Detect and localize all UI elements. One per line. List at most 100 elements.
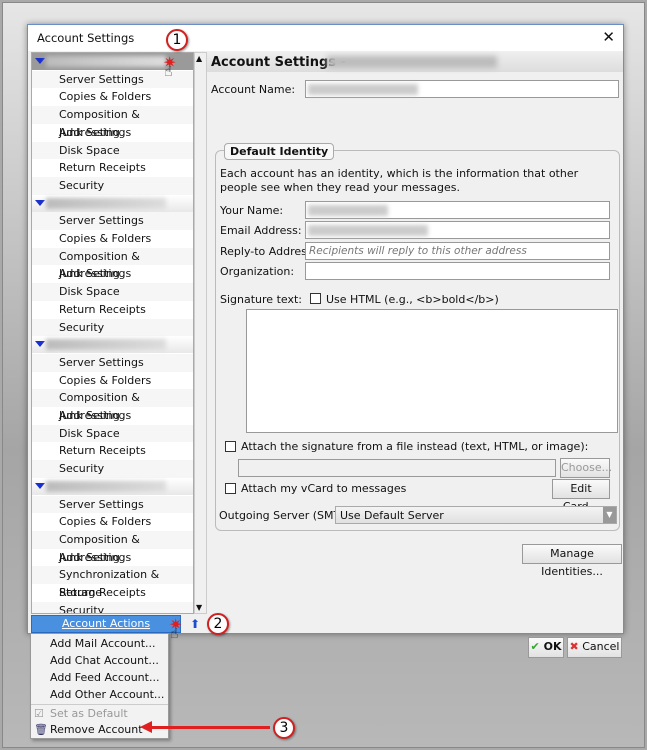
- tree-item[interactable]: Junk Settings: [32, 124, 193, 142]
- tree-item[interactable]: Return Receipts: [32, 442, 193, 460]
- scroll-up-icon[interactable]: ▲: [196, 54, 202, 63]
- account-settings-dialog: Account Settings ✕ Server Settings Copies…: [27, 24, 624, 658]
- smtp-select[interactable]: Use Default Server ▼: [335, 506, 617, 524]
- trash-icon: 🗑: [34, 723, 48, 736]
- tree-scrollbar[interactable]: ▲ ▼: [194, 52, 207, 614]
- collapse-triangle-icon[interactable]: [35, 482, 45, 489]
- organization-label: Organization:: [220, 265, 295, 278]
- checkmark-icon: ✔: [530, 640, 540, 653]
- account-header[interactable]: [32, 477, 193, 495]
- tree-item[interactable]: Copies & Folders: [32, 88, 193, 106]
- annotation-1: 1: [166, 29, 188, 51]
- tree-item[interactable]: Security: [32, 601, 193, 613]
- redacted-account-name: [46, 197, 166, 209]
- edit-card-button[interactable]: Edit Card...: [552, 479, 610, 513]
- collapse-triangle-icon[interactable]: [35, 58, 45, 64]
- choose-button[interactable]: Choose...: [560, 458, 612, 478]
- account-name-input[interactable]: [305, 80, 619, 98]
- tree-item[interactable]: Copies & Folders: [32, 372, 193, 390]
- tree-item[interactable]: Composition & Addressing: [32, 389, 193, 422]
- menu-item-label: Remove Account: [50, 723, 143, 736]
- menu-item[interactable]: Add Mail Account...: [31, 635, 168, 652]
- cancel-button[interactable]: ✖ Cancel: [567, 637, 622, 658]
- tree-item[interactable]: Disk Space: [32, 424, 193, 443]
- signature-label: Signature text:: [220, 293, 302, 306]
- signature-textarea[interactable]: [246, 309, 618, 433]
- tree-item[interactable]: Composition & Addressing: [32, 247, 193, 280]
- smtp-value: Use Default Server: [340, 509, 444, 522]
- your-name-input[interactable]: [305, 201, 610, 219]
- close-icon[interactable]: ✕: [602, 28, 615, 46]
- tree-item[interactable]: Copies & Folders: [32, 230, 193, 248]
- menu-item[interactable]: Add Other Account...: [31, 686, 168, 703]
- email-input[interactable]: [305, 221, 610, 239]
- account-name-label: Account Name:: [211, 83, 296, 96]
- manage-identities-button[interactable]: Manage Identities...: [522, 544, 622, 578]
- cancel-label: Cancel: [582, 640, 620, 653]
- tree-item[interactable]: Composition & Addressing: [32, 106, 193, 139]
- settings-panel: Account Settings - Account Name: Default…: [207, 52, 623, 658]
- menu-item[interactable]: Add Feed Account...: [31, 669, 168, 686]
- collapse-triangle-icon[interactable]: [35, 199, 45, 206]
- tree-item[interactable]: Junk Settings: [32, 265, 193, 283]
- menu-item[interactable]: ☑ Set as Default: [31, 704, 168, 721]
- your-name-label: Your Name:: [220, 204, 284, 217]
- annotation-arrow: [150, 726, 270, 729]
- signature-file-input[interactable]: [238, 459, 556, 477]
- default-identity-group: Default Identity Each account has an ide…: [215, 143, 620, 531]
- arrow-up-icon: ⬆: [190, 617, 201, 631]
- menu-item-label: Add Chat Account...: [50, 654, 159, 667]
- panel-title: Account Settings -: [211, 55, 346, 70]
- tree-item[interactable]: Return Receipts: [32, 159, 193, 177]
- tree-item[interactable]: Junk Settings: [32, 407, 193, 425]
- checkmark-icon: ☑: [34, 707, 44, 720]
- title-bar: Account Settings ✕: [28, 25, 623, 51]
- attach-signature-label: Attach the signature from a file instead…: [241, 440, 589, 453]
- group-legend: Default Identity: [224, 143, 335, 160]
- identity-description: Each account has an identity, which is t…: [220, 167, 579, 194]
- account-header[interactable]: [32, 194, 193, 212]
- tree-item[interactable]: Disk Space: [32, 283, 193, 301]
- redacted-account-name: [46, 480, 166, 492]
- menu-item-label: Add Feed Account...: [50, 671, 160, 684]
- menu-item-label: Set as Default: [50, 707, 128, 720]
- tree-item[interactable]: Return Receipts: [32, 584, 193, 602]
- redacted-account-name: [46, 56, 166, 67]
- chevron-down-icon: ▼: [603, 507, 616, 523]
- tree-item[interactable]: Return Receipts: [32, 301, 193, 319]
- tree-item[interactable]: Security: [32, 460, 193, 478]
- attach-signature-checkbox[interactable]: [225, 441, 236, 452]
- menu-item-label: Add Mail Account...: [50, 637, 156, 650]
- menu-item[interactable]: Add Chat Account...: [31, 652, 168, 669]
- annotation-2: 2: [207, 613, 229, 635]
- use-html-label: Use HTML (e.g., <b>bold</b>): [326, 293, 499, 306]
- tree-item[interactable]: Server Settings: [32, 495, 193, 514]
- tree-item[interactable]: Composition & Addressing: [32, 530, 193, 564]
- tree-item[interactable]: Synchronization & Storage: [32, 566, 193, 599]
- tree-item[interactable]: Copies & Folders: [32, 513, 193, 531]
- vcard-checkbox[interactable]: [225, 483, 236, 494]
- x-icon: ✖: [569, 640, 579, 653]
- menu-item-label: Add Other Account...: [50, 688, 165, 701]
- window-title: Account Settings: [37, 31, 135, 45]
- reply-to-input[interactable]: Recipients will reply to this other addr…: [305, 242, 610, 260]
- redacted-value: [308, 84, 418, 95]
- ok-button[interactable]: ✔ OK: [528, 637, 564, 658]
- redacted-account-name: [46, 339, 166, 351]
- annotation-3: 3: [273, 717, 295, 739]
- tree-item[interactable]: Disk Space: [32, 141, 193, 160]
- tree-item[interactable]: Security: [32, 176, 193, 195]
- redacted-value: [308, 225, 428, 236]
- reply-to-label: Reply-to Address:: [220, 245, 317, 258]
- collapse-triangle-icon[interactable]: [35, 341, 45, 348]
- tree-item[interactable]: Server Settings: [32, 212, 193, 230]
- tree-item[interactable]: Server Settings: [32, 353, 193, 372]
- account-header[interactable]: [32, 336, 193, 354]
- account-actions-button[interactable]: Account Actions: [31, 615, 181, 633]
- use-html-checkbox[interactable]: [310, 293, 321, 304]
- scroll-down-icon[interactable]: ▼: [196, 603, 202, 612]
- organization-input[interactable]: [305, 262, 610, 280]
- tree-item[interactable]: Security: [32, 318, 193, 337]
- account-tree: Server Settings Copies & Folders Compositi…: [31, 52, 194, 614]
- tree-item[interactable]: Junk Settings: [32, 549, 193, 567]
